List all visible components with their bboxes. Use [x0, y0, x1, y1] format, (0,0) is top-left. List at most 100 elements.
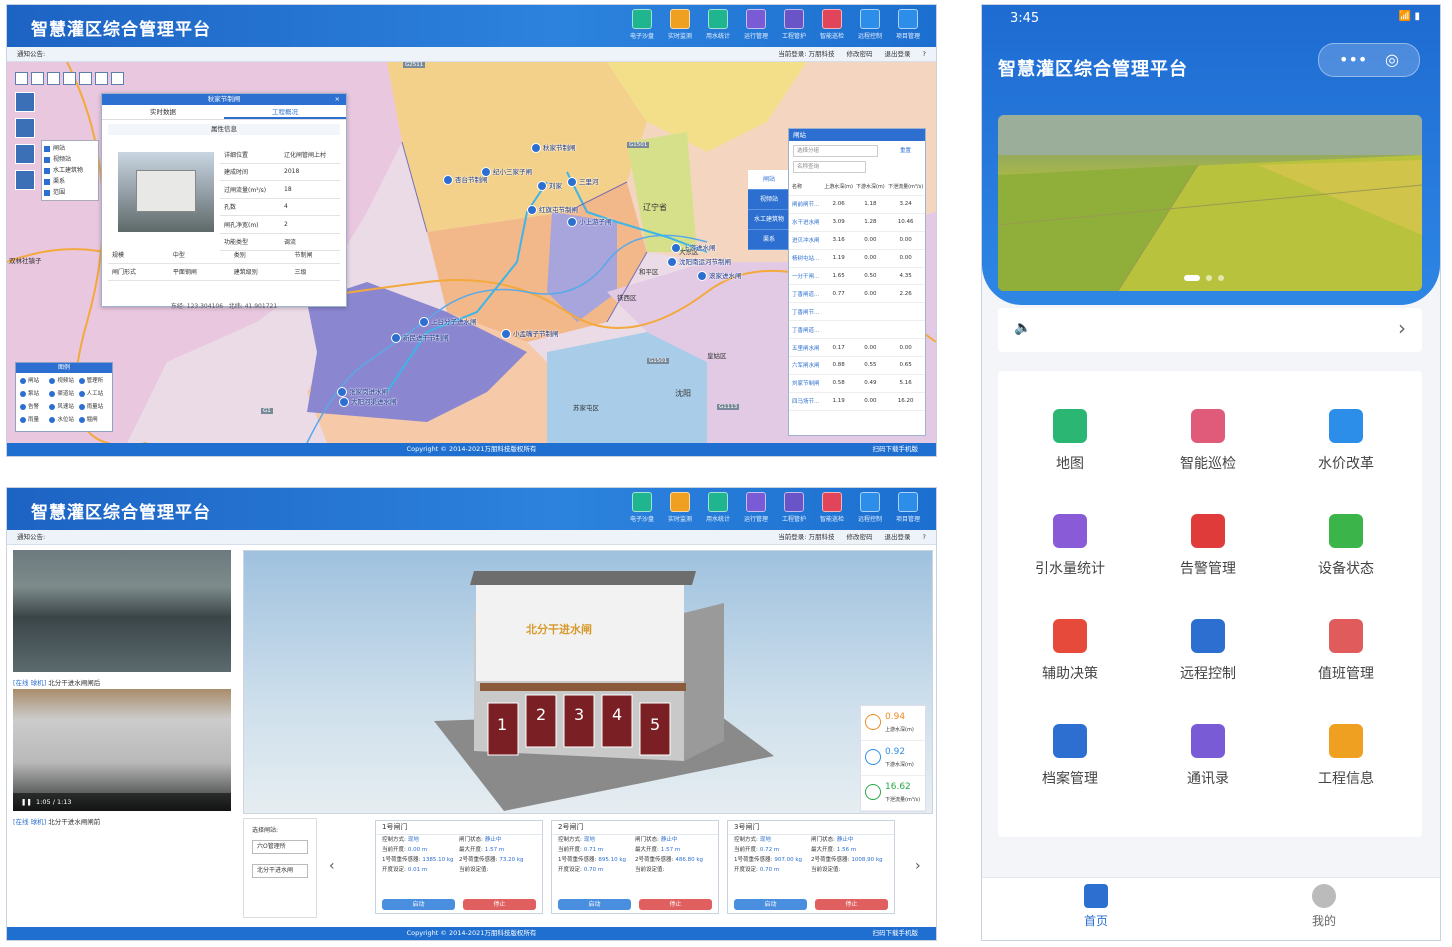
more-icon[interactable]: •••	[1339, 44, 1367, 76]
video-controls[interactable]: ❚❚ 1:05 / 1:13	[13, 793, 231, 811]
layer-item[interactable]: 水工建筑物	[44, 165, 96, 176]
table-row[interactable]: 刘家节制闸 0.58 0.49 5.16	[789, 374, 925, 393]
download-link[interactable]: 扫码下载手机版	[873, 443, 919, 456]
camera-feed[interactable]: ❚❚ 1:05 / 1:13 [在线 球机] 北分干进水闸闸前	[13, 689, 231, 826]
menu-item[interactable]: 引水量统计	[1010, 514, 1130, 578]
video-frame[interactable]	[13, 550, 231, 672]
table-row[interactable]: 丁香闸节...	[789, 302, 925, 322]
gate-side-tab[interactable]: 闸站	[748, 170, 790, 190]
station-marker[interactable]: 小上游子闸	[567, 216, 612, 227]
help-link[interactable]: ?	[923, 530, 926, 544]
zoom-out-icon[interactable]	[31, 72, 44, 85]
zoom-in-icon[interactable]	[15, 72, 28, 85]
download-link[interactable]: 扫码下载手机版	[873, 927, 919, 940]
nav-item[interactable]: 用水统计	[702, 492, 734, 523]
tab-overview[interactable]: 工程概况	[224, 105, 346, 119]
table-row[interactable]: 一分干闸... 1.65 0.50 4.35	[789, 267, 925, 286]
help-link[interactable]: ?	[923, 47, 926, 61]
nav-item[interactable]: 用水统计	[702, 9, 734, 40]
change-password-link[interactable]: 修改密码	[847, 47, 873, 61]
gate-side-tab[interactable]: 水工建筑物	[748, 210, 790, 230]
checkbox-icon[interactable]	[44, 156, 50, 163]
gate-select[interactable]: 北分干进水闸	[252, 864, 308, 878]
menu-item[interactable]: 通讯录	[1148, 724, 1268, 788]
reset-link[interactable]: 重置	[900, 146, 911, 156]
next-arrow-icon[interactable]: ›	[915, 858, 921, 874]
layer-item[interactable]: 视频站	[44, 154, 96, 165]
menu-item[interactable]: 智能巡检	[1148, 409, 1268, 473]
station-marker[interactable]: 红旗屯节制闸	[527, 204, 578, 215]
table-row[interactable]: 闸前闸节... 2.06 1.18 3.24	[789, 195, 925, 214]
table-row[interactable]: 五里闸水闸 0.17 0.00 0.00	[789, 338, 925, 358]
prev-arrow-icon[interactable]: ‹	[329, 858, 335, 874]
table-row[interactable]: 水干进水闸 3.09 1.28 10.46	[789, 213, 925, 232]
menu-item[interactable]: 工程信息	[1286, 724, 1406, 788]
measure-icon[interactable]	[63, 72, 76, 85]
chevron-right-icon[interactable]: ›	[1398, 316, 1406, 340]
menu-item[interactable]: 辅助决策	[1010, 619, 1130, 683]
close-circle-icon[interactable]: ◎	[1385, 44, 1399, 76]
layer-item[interactable]: 范围	[44, 187, 96, 198]
station-marker[interactable]: 小孟嘴子节制闸	[501, 328, 559, 339]
logout-link[interactable]: 退出登录	[885, 47, 911, 61]
menu-item[interactable]: 档案管理	[1010, 724, 1130, 788]
menu-item[interactable]: 设备状态	[1286, 514, 1406, 578]
table-row[interactable]: 四马场节... 1.19 0.00 16.20	[789, 392, 925, 411]
nav-item[interactable]: 电子沙盘	[626, 9, 658, 40]
station-marker[interactable]: 纪小三家子闸	[481, 166, 532, 177]
start-button[interactable]: 启动	[734, 899, 807, 910]
notice-bar[interactable]: 🔈 ›	[998, 308, 1422, 352]
checkbox-icon[interactable]	[44, 167, 50, 174]
nav-item[interactable]: 远程控制	[854, 9, 886, 40]
station-marker[interactable]: 三里河	[567, 176, 599, 187]
nav-item[interactable]: 电子沙盘	[626, 492, 658, 523]
checkbox-icon[interactable]	[44, 189, 50, 196]
basemap-icon[interactable]	[15, 92, 35, 112]
video-frame[interactable]: ❚❚ 1:05 / 1:13	[13, 689, 231, 811]
clear-icon[interactable]	[95, 72, 108, 85]
stop-button[interactable]: 停止	[463, 899, 536, 910]
group-select[interactable]: 选择分组 重置	[793, 145, 911, 157]
book-icon[interactable]	[15, 144, 35, 164]
nav-item[interactable]: 运行管理	[740, 492, 772, 523]
tab-item[interactable]: 我的	[1284, 884, 1364, 929]
tab-realtime[interactable]: 实时数据	[102, 105, 224, 119]
station-marker[interactable]: 新民进干节制闸	[391, 332, 449, 343]
nav-item[interactable]: 实时监测	[664, 492, 696, 523]
nav-item[interactable]: 运行管理	[740, 9, 772, 40]
table-row[interactable]: 杨树屯站... 1.19 0.00 0.00	[789, 249, 925, 268]
logout-link[interactable]: 退出登录	[885, 530, 911, 544]
tab-item[interactable]: 首页	[1056, 884, 1136, 929]
start-button[interactable]: 启动	[558, 899, 631, 910]
nav-item[interactable]: 工程管护	[778, 9, 810, 40]
table-row[interactable]: 丁香闸道...	[789, 320, 925, 340]
start-button[interactable]: 启动	[382, 899, 455, 910]
menu-item[interactable]: 值班管理	[1286, 619, 1406, 683]
station-marker[interactable]: 上台分子进水闸	[419, 316, 477, 327]
menu-item[interactable]: 地图	[1010, 409, 1130, 473]
name-search-input[interactable]: 名称查询	[793, 161, 866, 173]
nav-item[interactable]: 智能巡检	[816, 9, 848, 40]
station-marker[interactable]: 上游进水闸	[671, 242, 716, 253]
close-icon[interactable]: ×	[335, 94, 340, 105]
nav-item[interactable]: 项目管理	[892, 9, 924, 40]
pan-icon[interactable]	[47, 72, 60, 85]
checkbox-icon[interactable]	[44, 145, 50, 152]
map-canvas[interactable]: G2511 G1501 G1 G1113 G1501 辽宁省 沈阳 苏家屯区 和…	[7, 62, 936, 443]
checkbox-icon[interactable]	[44, 178, 50, 185]
gate-side-tab[interactable]: 视频站	[748, 190, 790, 210]
nav-item[interactable]: 工程管护	[778, 492, 810, 523]
locate-icon[interactable]	[15, 170, 35, 190]
nav-item[interactable]: 智能巡检	[816, 492, 848, 523]
station-marker[interactable]: 大阳河渠进水闸	[339, 396, 397, 407]
table-row[interactable]: 六军闸水闸 0.88 0.55 0.65	[789, 356, 925, 375]
nav-item[interactable]: 项目管理	[892, 492, 924, 523]
stop-button[interactable]: 停止	[639, 899, 712, 910]
group-select[interactable]: 六O管理所	[252, 840, 308, 854]
gate-3d-scene[interactable]: 北分干进水闸 1 2 3 4 5 0.94 上游水深(m) 0.92 下游水深(m) 1…	[243, 550, 933, 814]
layer-item[interactable]: 渠系	[44, 176, 96, 187]
camera-feed[interactable]: [在线 球机] 北分干进水闸闸后	[13, 550, 231, 687]
area-icon[interactable]	[79, 72, 92, 85]
carousel-dots[interactable]	[1184, 275, 1224, 281]
table-row[interactable]: 丁香闸道... 0.77 0.00 2.26	[789, 284, 925, 304]
